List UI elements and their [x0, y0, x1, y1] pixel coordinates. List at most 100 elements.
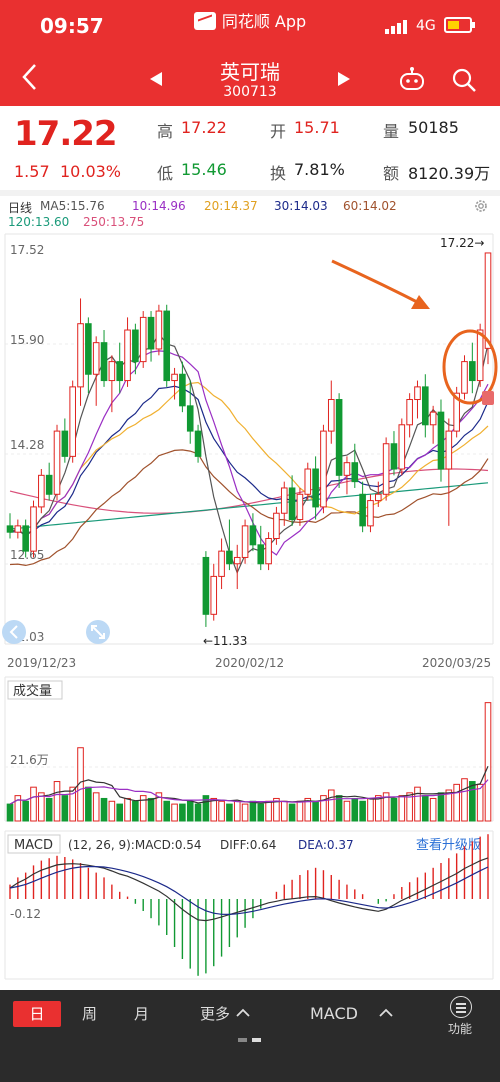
volume-bar: [351, 797, 359, 822]
volume-label: 量: [383, 122, 400, 141]
candle-body: [6, 525, 14, 533]
candle-body: [53, 430, 61, 495]
battery-icon: [444, 17, 475, 33]
upgrade-link[interactable]: 查看升级版: [416, 837, 481, 853]
ma120-label: 120:13.60: [8, 215, 70, 229]
candle-body: [233, 556, 241, 565]
volume-bar: [132, 800, 139, 822]
low-label: 低: [157, 164, 174, 183]
volume-bar: [359, 800, 366, 822]
signal-icon: [385, 18, 409, 34]
candle-body: [280, 487, 288, 514]
candle-body: [30, 506, 37, 552]
candle-body: [226, 550, 233, 565]
candle-body: [476, 329, 484, 382]
network-label: 4G: [416, 18, 436, 34]
search-icon[interactable]: [450, 66, 478, 94]
macd-params: (12, 26, 9):MACD:0.54: [68, 838, 202, 852]
volume-bar: [296, 800, 304, 822]
volume-bar: [398, 795, 406, 822]
menu-lines-icon[interactable]: [450, 996, 472, 1018]
annotation-arrow: [331, 259, 430, 309]
candle-body: [147, 316, 155, 350]
volume-bar: [343, 800, 351, 822]
indicator-selector[interactable]: MACD: [310, 1004, 394, 1023]
volume-bar: [288, 803, 296, 822]
tab-week[interactable]: 周: [82, 1001, 97, 1027]
candle-body: [469, 361, 476, 382]
volume-bar: [171, 803, 178, 822]
volume-bar: [476, 783, 484, 822]
x-tick: 2020/02/12: [215, 656, 284, 670]
robot-icon[interactable]: [398, 66, 426, 92]
ma5-label: MA5:15.76: [40, 199, 105, 213]
candle-body: [179, 373, 186, 407]
ma60-label: 60:14.02: [343, 199, 397, 213]
min-price-label: ←11.33: [203, 634, 247, 648]
volume-bar: [6, 803, 14, 822]
gear-icon[interactable]: [473, 198, 489, 214]
macd-y-tick: -0.12: [10, 907, 41, 921]
candle-body: [108, 361, 116, 382]
volume-bar: [38, 792, 45, 822]
candle-body: [77, 323, 84, 388]
macd-chart[interactable]: MACD (12, 26, 9):MACD:0.54 DIFF:0.64 DEA…: [0, 829, 500, 984]
y-tick: 14.28: [10, 438, 44, 452]
x-tick: 2019/12/23: [7, 656, 76, 670]
candle-body: [398, 424, 406, 470]
tab-more[interactable]: 更多: [200, 1001, 251, 1027]
volume-chart[interactable]: 成交量 21.6万: [0, 675, 500, 825]
volume-bar: [45, 797, 53, 822]
volume-bar: [233, 800, 241, 822]
volume-bar: [484, 702, 492, 822]
ma250-label: 250:13.75: [83, 215, 145, 229]
candle-body: [163, 310, 171, 382]
top-header: 09:57 同花顺 App 4G 英可瑞 300713: [0, 0, 500, 106]
volume-bar: [53, 781, 61, 822]
volume-bar: [280, 800, 288, 822]
volume-bar: [210, 797, 218, 822]
volume-value: 50185: [408, 118, 459, 137]
candle-body: [461, 361, 468, 394]
candle-body: [406, 399, 413, 426]
candle-body: [210, 575, 218, 615]
y-tick: 17.52: [10, 243, 44, 257]
candle-body: [296, 493, 304, 521]
max-price-label: 17.22→: [440, 236, 484, 250]
volume-bar: [163, 800, 171, 822]
high-value: 17.22: [181, 118, 227, 137]
function-label[interactable]: 功能: [448, 1020, 472, 1037]
home-indicator: [238, 1038, 262, 1042]
volume-title: 成交量: [13, 683, 52, 699]
period-label[interactable]: 日线: [8, 199, 32, 216]
candle-body: [367, 500, 374, 527]
candle-body: [414, 386, 421, 401]
volume-bar: [461, 778, 468, 822]
volume-bar: [124, 797, 131, 822]
k-grid: [4, 233, 494, 645]
volume-bar: [92, 792, 100, 822]
macd-dea: DEA:0.37: [298, 838, 354, 852]
candle-body: [241, 525, 249, 558]
open-value: 15.71: [294, 118, 340, 137]
candlestick-chart[interactable]: 17.52 15.90 14.28 12.65 11.03 17.22→ ←11…: [0, 231, 500, 671]
tab-month[interactable]: 月: [134, 1001, 149, 1027]
high-label: 高: [157, 122, 174, 141]
volume-bar: [429, 797, 437, 822]
app-name-text: 同花顺 App: [221, 12, 307, 31]
fullscreen-button[interactable]: [86, 620, 110, 644]
candle-body: [265, 537, 272, 565]
volume-bar: [179, 803, 186, 822]
volume-bar: [226, 803, 233, 822]
volume-bar: [469, 781, 476, 822]
volume-bar: [422, 795, 429, 822]
candle-body: [359, 493, 366, 527]
tab-day[interactable]: 日: [13, 1001, 61, 1027]
candle-body: [484, 252, 492, 349]
ma20-label: 20:14.37: [204, 199, 258, 213]
scroll-left-button[interactable]: [2, 620, 26, 644]
volume-bar: [327, 789, 335, 822]
next-stock-button[interactable]: [338, 72, 350, 86]
dividend-marker-icon: [482, 391, 494, 405]
volume-bar: [218, 800, 225, 822]
